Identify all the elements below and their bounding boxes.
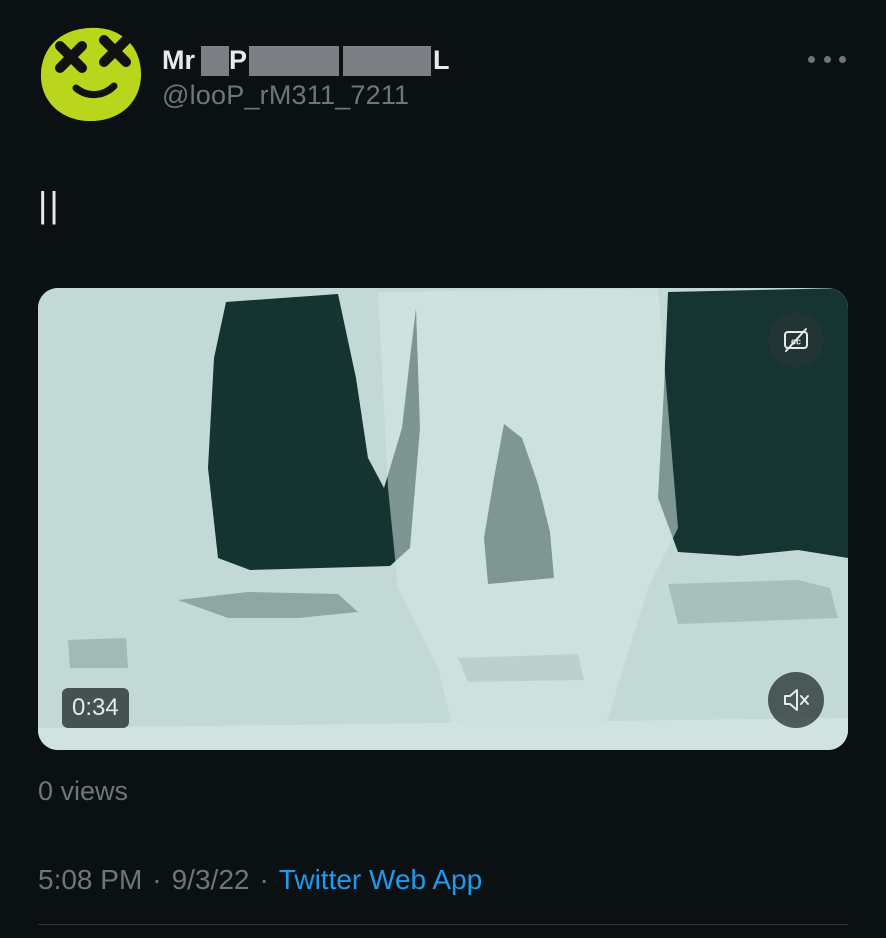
video-frame bbox=[38, 288, 848, 750]
captions-off-icon: cc bbox=[784, 328, 808, 352]
redaction-block bbox=[249, 46, 340, 76]
user-handle[interactable]: @looP_rM311_7211 bbox=[162, 80, 409, 111]
mute-button[interactable] bbox=[768, 672, 824, 728]
more-icon[interactable] bbox=[808, 50, 846, 68]
meta-separator: · bbox=[152, 864, 162, 895]
tweet-text: || bbox=[38, 184, 61, 225]
display-name[interactable]: Mr P L bbox=[162, 42, 450, 78]
tweet-meta: 5:08 PM · 9/3/22 · Twitter Web App bbox=[38, 864, 482, 896]
more-dot bbox=[839, 55, 846, 63]
redaction-block bbox=[201, 46, 229, 76]
video-player[interactable]: cc 0:34 bbox=[38, 288, 848, 750]
captions-button[interactable]: cc bbox=[768, 312, 824, 368]
volume-muted-icon bbox=[784, 689, 809, 711]
dizzy-face-icon bbox=[40, 27, 142, 122]
more-dot bbox=[808, 55, 815, 63]
redaction-block bbox=[343, 46, 432, 76]
more-dot bbox=[823, 55, 831, 63]
display-name-start: Mr bbox=[162, 44, 195, 75]
avatar[interactable] bbox=[38, 24, 144, 124]
divider bbox=[38, 924, 848, 925]
view-count: 0 views bbox=[38, 776, 129, 806]
tweet-date[interactable]: 9/3/22 bbox=[172, 864, 250, 896]
display-name-mid: P bbox=[229, 44, 248, 75]
meta-separator: · bbox=[259, 864, 269, 895]
video-duration: 0:34 bbox=[62, 688, 129, 728]
tweet-source-link[interactable]: Twitter Web App bbox=[279, 864, 482, 896]
tweet-time[interactable]: 5:08 PM bbox=[38, 864, 142, 896]
display-name-end: L bbox=[433, 44, 450, 75]
